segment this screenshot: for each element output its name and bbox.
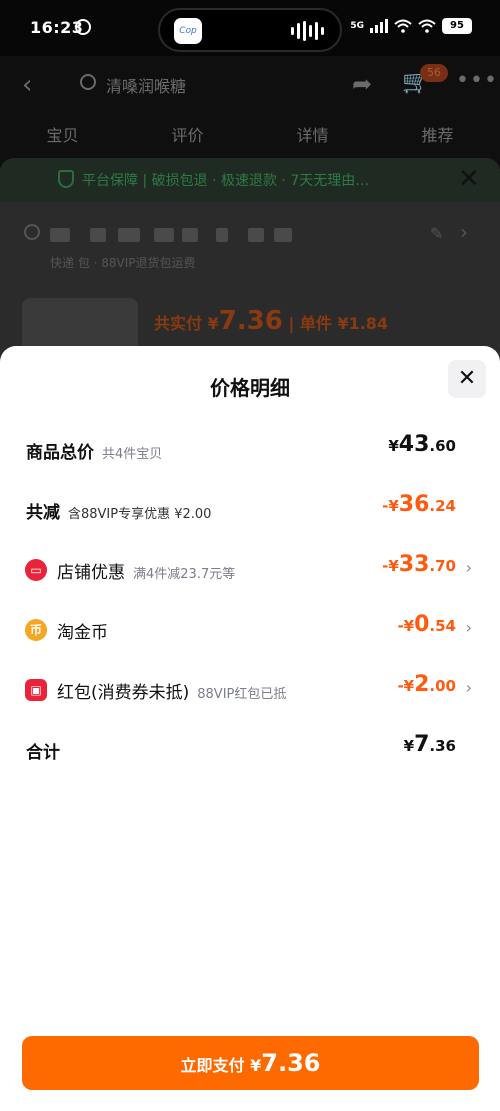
shield-icon [58, 170, 74, 188]
redacted-block [90, 228, 106, 242]
chevron-right-icon: › [465, 558, 472, 577]
label: 店铺优惠 满4件减23.7元等 [57, 563, 236, 583]
amount: -¥0.54 [397, 612, 456, 637]
redacted-block [50, 228, 70, 242]
label: 共减 含88VIP专享优惠 ¥2.00 [26, 503, 212, 523]
tab-reviews: 评价 [171, 126, 204, 145]
address-line: 快递 包 · 88VIP退货包运费 [50, 256, 196, 270]
redacted-block [154, 228, 174, 242]
battery-icon: 95 [442, 18, 472, 34]
chevron-right-icon: › [460, 220, 468, 244]
redacted-block [118, 228, 140, 242]
pay-label: 立即支付 ¥ [180, 1056, 262, 1075]
top-nav: ‹ 清嗓润喉糖 ➦ 🛒 56 ••• [0, 56, 500, 112]
tab-details: 详情 [296, 126, 329, 145]
signal-icon [370, 19, 388, 33]
label: 淘金币 [57, 623, 108, 643]
chevron-right-icon: › [465, 678, 472, 697]
share-icon: ➦ [352, 70, 373, 98]
bg-tabs: 宝贝 评价 详情 推荐 [0, 122, 500, 146]
row-taojin-coin[interactable]: 币 淘金币 -¥0.54 › [0, 610, 500, 650]
audio-wave-icon [291, 21, 324, 41]
taojin-coin-icon: 币 [25, 619, 47, 641]
network-type: 5G [350, 20, 364, 31]
app-logo-icon: Cop [174, 18, 202, 44]
close-icon: ✕ [458, 164, 480, 194]
pay-price: 7.36 [261, 1049, 321, 1077]
amount: ¥43.60 [388, 432, 456, 457]
red-packet-icon: ▣ [25, 679, 47, 701]
tab-recommend: 推荐 [421, 126, 454, 145]
wifi-icon-2 [418, 19, 436, 33]
row-item-total: 商品总价 共4件宝贝 ¥43.60 [0, 430, 500, 470]
row-sum: 合计 ¥7.36 [0, 730, 500, 770]
hotspot-icon [75, 19, 91, 35]
tab-item: 宝贝 [46, 126, 79, 145]
more-icon: ••• [456, 68, 498, 93]
amount: -¥2.00 [397, 672, 456, 697]
status-bar: 16:23 Cop 5G 95 [0, 0, 500, 56]
dynamic-island[interactable]: Cop [158, 8, 342, 52]
location-icon [24, 224, 40, 240]
guarantee-banner: 平台保障 | 破损包退 · 极速退款 · 7天无理由… ✕ [0, 158, 500, 202]
close-button[interactable]: ✕ [448, 360, 486, 398]
row-total-reduction: 共减 含88VIP专享优惠 ¥2.00 -¥36.24 [0, 490, 500, 530]
cart-badge: 56 [420, 64, 448, 82]
redacted-block [216, 228, 228, 242]
search-text: 清嗓润喉糖 [106, 77, 187, 96]
wifi-icon [394, 19, 412, 33]
label: 红包(消费券未抵) 88VIP红包已抵 [57, 683, 287, 703]
redacted-block [248, 228, 264, 242]
modal-title: 价格明细 [210, 376, 290, 400]
guarantee-text: 平台保障 | 破损包退 · 极速退款 · 7天无理由… [82, 173, 370, 189]
shop-discount-icon: ▭ [25, 559, 47, 581]
chevron-right-icon: › [465, 618, 472, 637]
back-arrow-icon: ‹ [22, 70, 33, 100]
row-shop-discount[interactable]: ▭ 店铺优惠 满4件减23.7元等 -¥33.70 › [0, 550, 500, 590]
label: 商品总价 共4件宝贝 [26, 443, 163, 463]
pay-now-button[interactable]: 立即支付 ¥7.36 [22, 1036, 479, 1090]
row-red-packet[interactable]: ▣ 红包(消费券未抵) 88VIP红包已抵 -¥2.00 › [0, 670, 500, 710]
price-detail-modal: 价格明细 ✕ 商品总价 共4件宝贝 ¥43.60 共减 含88VIP专享优惠 ¥2.… [0, 346, 500, 1111]
amount: -¥33.70 [382, 552, 456, 577]
amount: -¥36.24 [382, 492, 456, 517]
redacted-block [182, 228, 198, 242]
paid-summary: 共实付 ¥7.36 | 单件 ¥1.84 [154, 306, 389, 336]
amount: ¥7.36 [403, 732, 456, 757]
edit-icon: ✎ [430, 224, 444, 243]
search-icon [80, 74, 96, 90]
redacted-block [274, 228, 292, 242]
label: 合计 [26, 743, 60, 763]
